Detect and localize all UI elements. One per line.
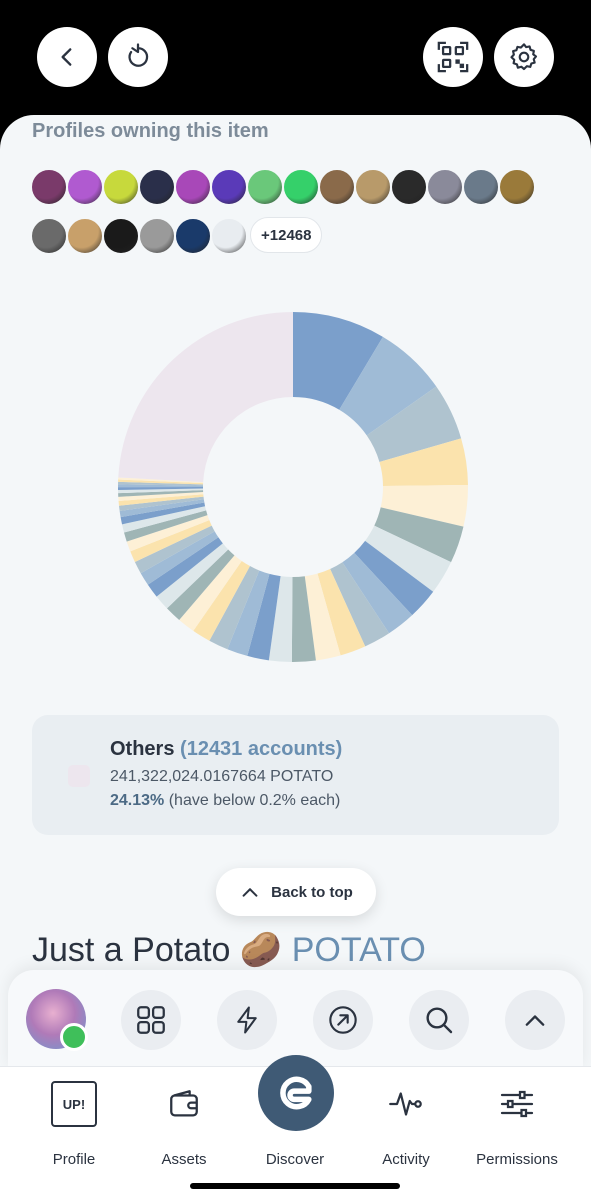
holder-avatar[interactable]	[318, 168, 356, 206]
holder-avatar[interactable]	[246, 168, 284, 206]
more-holders-pill[interactable]: +12468	[250, 217, 323, 253]
holder-avatar[interactable]	[174, 168, 212, 206]
gear-icon	[510, 43, 538, 71]
section-heading: Profiles owning this item	[32, 120, 269, 142]
send-button[interactable]	[313, 990, 373, 1050]
tab-assets[interactable]: Assets	[129, 1079, 239, 1169]
token-name: Just a Potato 🥔	[32, 931, 283, 969]
top-bar	[0, 0, 591, 120]
search-button[interactable]	[409, 990, 469, 1050]
discover-logo-icon	[280, 1076, 312, 1110]
holder-avatar[interactable]	[426, 168, 464, 206]
qr-code-button[interactable]	[423, 27, 483, 87]
sliders-icon	[492, 1079, 542, 1129]
holder-avatar[interactable]	[66, 168, 104, 206]
qr-code-icon	[437, 41, 469, 73]
avatar-row	[30, 168, 570, 206]
holder-avatar[interactable]	[30, 217, 68, 255]
legend-amount: 241,322,024.0167664 POTATO	[110, 768, 334, 785]
legend-label: Others	[110, 738, 175, 760]
tab-assets-label: Assets	[161, 1151, 207, 1168]
holder-avatar[interactable]	[138, 217, 176, 255]
legend-note: (have below 0.2% each)	[168, 792, 341, 809]
chevron-up-icon	[242, 888, 258, 897]
token-title: Just a Potato 🥔 POTATO	[32, 930, 426, 970]
holder-avatar[interactable]	[138, 168, 176, 206]
avatar-badge	[60, 1023, 88, 1051]
user-avatar[interactable]	[26, 989, 88, 1051]
profile-icon: UP!	[49, 1079, 99, 1129]
holder-avatar[interactable]	[282, 168, 320, 206]
up-badge: UP!	[51, 1081, 97, 1127]
refresh-button[interactable]	[108, 27, 168, 87]
tab-permissions-label: Permissions	[476, 1151, 558, 1168]
activity-icon	[381, 1079, 431, 1129]
holder-avatar[interactable]	[30, 168, 68, 206]
token-symbol: POTATO	[291, 931, 426, 969]
legend-card: Others (12431 accounts) 241,322,024.0167…	[32, 715, 559, 835]
refresh-icon	[128, 43, 149, 67]
holder-avatar[interactable]	[210, 217, 248, 255]
tab-profile[interactable]: UP! Profile	[19, 1079, 129, 1169]
search-icon	[426, 1007, 453, 1034]
holder-avatar[interactable]	[174, 217, 212, 255]
chevron-left-icon	[61, 48, 72, 66]
apps-button[interactable]	[121, 990, 181, 1050]
wallet-icon	[159, 1079, 209, 1129]
legend-percent: 24.13%	[110, 792, 165, 809]
holder-avatar[interactable]	[354, 168, 392, 206]
holder-avatar[interactable]	[390, 168, 428, 206]
back-to-top-label: Back to top	[271, 883, 353, 901]
tab-activity-label: Activity	[382, 1151, 430, 1168]
holders-donut-chart[interactable]	[113, 307, 473, 667]
holder-avatars: +12468	[30, 168, 570, 266]
holder-avatar[interactable]	[462, 168, 500, 206]
back-button[interactable]	[37, 27, 97, 87]
back-to-top-button[interactable]: Back to top	[216, 868, 376, 916]
legend-accounts: (12431 accounts)	[180, 738, 343, 760]
others-slice[interactable]	[118, 312, 293, 483]
actions-button[interactable]	[217, 990, 277, 1050]
tab-activity[interactable]: Activity	[351, 1079, 461, 1169]
expand-dock-button[interactable]	[505, 990, 565, 1050]
holder-avatar[interactable]	[210, 168, 248, 206]
holder-avatar[interactable]	[102, 168, 140, 206]
home-indicator	[190, 1183, 400, 1189]
avatar-row: +12468	[30, 217, 570, 255]
holder-avatar[interactable]	[498, 168, 536, 206]
discover-button[interactable]	[258, 1055, 334, 1131]
legend-percent-line: 24.13% (have below 0.2% each)	[110, 792, 340, 810]
arrow-circle-icon	[329, 1006, 357, 1034]
donut-svg	[118, 312, 468, 662]
legend-title: Others (12431 accounts)	[110, 738, 342, 761]
bolt-icon	[237, 1006, 257, 1034]
chevron-up-icon	[525, 1015, 545, 1026]
tab-discover-label: Discover	[265, 1151, 325, 1168]
legend-swatch	[68, 765, 90, 787]
grid-icon	[137, 1006, 165, 1034]
holder-avatar[interactable]	[66, 217, 104, 255]
holder-avatar[interactable]	[102, 217, 140, 255]
settings-button[interactable]	[494, 27, 554, 87]
tab-profile-label: Profile	[52, 1151, 96, 1168]
tab-permissions[interactable]: Permissions	[462, 1079, 572, 1169]
